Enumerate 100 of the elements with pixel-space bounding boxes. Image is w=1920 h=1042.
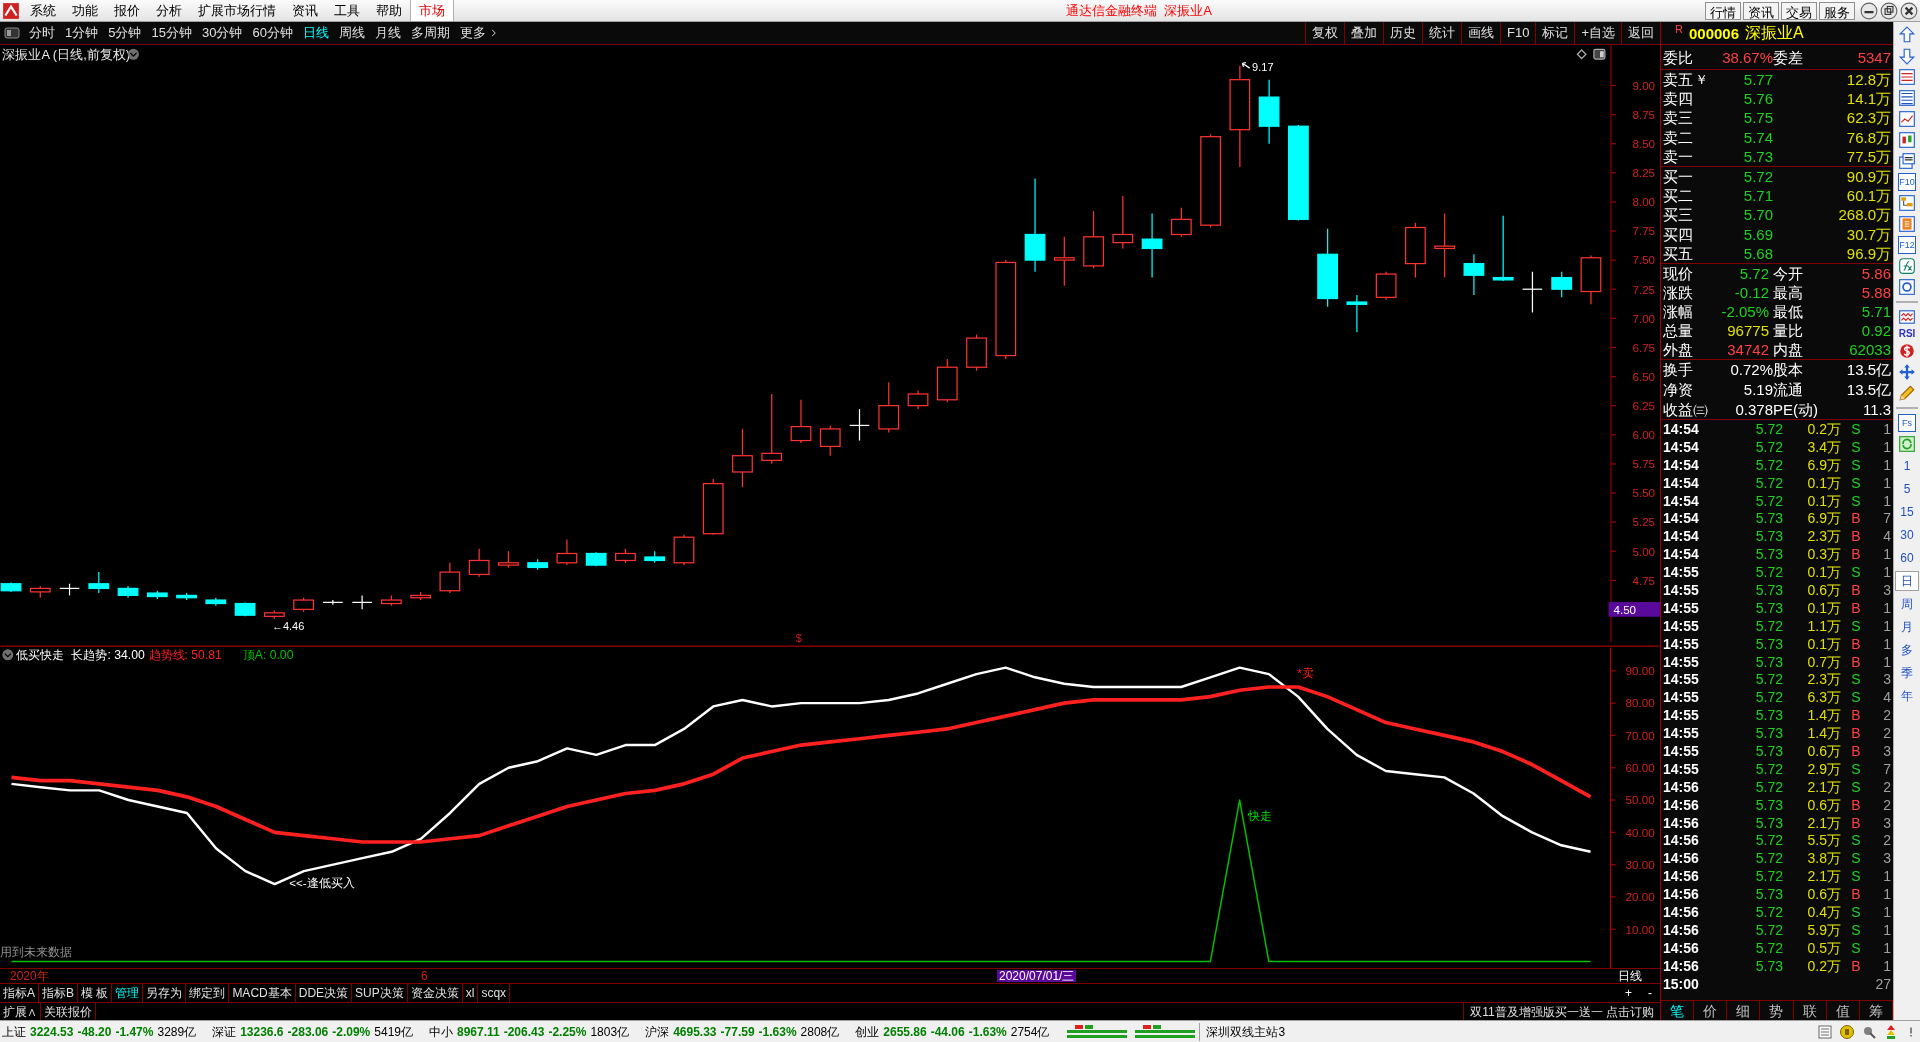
header-button[interactable]: 服务	[1819, 1, 1855, 20]
trade-price: 5.73	[1754, 511, 1783, 526]
pencil-icon[interactable]	[1898, 384, 1916, 402]
axis-label: 8.75	[1632, 107, 1656, 121]
index-name: 中小	[428, 1023, 453, 1041]
line-chart-icon[interactable]	[1898, 110, 1916, 128]
chart-tool-button[interactable]: 统计	[1422, 22, 1461, 44]
period-tab[interactable]: 日线	[297, 23, 334, 43]
collapse-icon[interactable]	[2, 649, 14, 661]
order-label: 卖四	[1663, 91, 1693, 107]
period-tab[interactable]: 30分钟	[196, 23, 248, 43]
indicator-tab[interactable]: 绑定到	[186, 984, 230, 1002]
report-icon[interactable]	[1898, 68, 1916, 86]
indicator-tab[interactable]: 模 板	[78, 984, 113, 1002]
menu-item[interactable]: 分析	[148, 0, 190, 21]
period-tab[interactable]: 月线	[369, 23, 406, 43]
indicator-tab[interactable]: DDE决策	[295, 984, 353, 1002]
index-percent: -1.63%	[968, 1023, 1007, 1041]
period-tab[interactable]: 5分钟	[103, 23, 147, 43]
indicator-tab[interactable]: MACD基本	[229, 984, 296, 1002]
period-tab[interactable]: 1分钟	[60, 23, 104, 43]
zoom-in-button[interactable]: +	[1617, 984, 1640, 1002]
panel-toggle-icon[interactable]	[4, 25, 20, 41]
diamond-icon	[1576, 49, 1587, 60]
market-tab[interactable]: 市场	[410, 0, 454, 21]
chart-tool-button[interactable]: 画线	[1461, 22, 1500, 44]
period-button[interactable]: 15	[1895, 502, 1919, 522]
tool-button[interactable]: F12	[1898, 236, 1916, 254]
menu-item[interactable]: 资讯	[284, 0, 326, 21]
restore-icon[interactable]	[1880, 1, 1898, 20]
period-button[interactable]: 年	[1895, 686, 1919, 706]
tool-button[interactable]: Fs	[1898, 414, 1916, 432]
menu-item[interactable]: 帮助	[368, 0, 410, 21]
table-icon[interactable]	[1898, 89, 1916, 107]
indicator-tab[interactable]: 管理	[112, 984, 144, 1002]
indicator-tab[interactable]: xl	[462, 984, 479, 1002]
period-button[interactable]: 60	[1895, 548, 1919, 568]
indicator-tab[interactable]: 另存为	[143, 984, 187, 1002]
period-tab[interactable]: 15分钟	[146, 23, 197, 43]
dropdown-icon[interactable]	[127, 48, 139, 60]
candlestick	[790, 399, 812, 444]
period-button[interactable]: 多	[1895, 640, 1919, 660]
indicator-tab[interactable]: scqx	[478, 984, 511, 1002]
period-button[interactable]: 周	[1895, 594, 1919, 614]
indicator-name: 低买快走	[16, 648, 65, 663]
indicator-tab[interactable]: 资金决策	[407, 984, 463, 1002]
chart-tool-button[interactable]: 历史	[1383, 22, 1422, 44]
tree-icon[interactable]	[1898, 194, 1916, 212]
field-label: PE(动)	[1773, 401, 1819, 417]
trade-time: 14:55	[1663, 690, 1700, 705]
order-label: 买二	[1663, 188, 1693, 204]
arrow-up-icon[interactable]	[1898, 26, 1916, 44]
period-tab[interactable]: 60分钟	[247, 23, 298, 43]
period-tab[interactable]: 更多	[454, 23, 504, 43]
minimize-icon[interactable]	[1860, 1, 1878, 20]
field-label: 总量	[1663, 323, 1694, 338]
arrow-down-icon[interactable]	[1898, 47, 1916, 65]
close-icon[interactable]	[1900, 1, 1918, 20]
menu-item[interactable]: 工具	[326, 0, 368, 21]
indicator-tab[interactable]: 指标A	[0, 984, 39, 1002]
menu-item[interactable]: 报价	[106, 0, 148, 21]
coin-icon[interactable]	[1839, 1023, 1855, 1040]
refresh-icon[interactable]	[1898, 435, 1916, 453]
chart-tool-button[interactable]: 叠加	[1344, 22, 1383, 44]
note-icon[interactable]	[1898, 215, 1916, 233]
trade-time: 14:54	[1663, 529, 1700, 544]
indicator-tab[interactable]: 指标B	[39, 984, 79, 1002]
period-tab[interactable]: 多周期	[405, 23, 455, 43]
period-button[interactable]: 日	[1895, 571, 1919, 591]
header-button[interactable]: 行情	[1705, 1, 1741, 20]
period-button[interactable]: 5	[1895, 479, 1919, 499]
period-button[interactable]: 月	[1895, 617, 1919, 637]
candlestick	[1492, 215, 1514, 282]
tool-button[interactable]: F10	[1898, 173, 1916, 191]
chart-tool-button[interactable]: F10	[1500, 22, 1536, 44]
candlestick-icon[interactable]	[1898, 131, 1916, 149]
move-icon[interactable]	[1898, 363, 1916, 381]
chart-tool-button[interactable]: 标记	[1535, 22, 1575, 44]
period-button[interactable]: 季	[1895, 663, 1919, 683]
menu-item[interactable]: 扩展市场行情	[190, 0, 284, 21]
indicator-tab[interactable]: SUP决策	[352, 984, 408, 1002]
app-logo-icon[interactable]	[2, 1, 20, 20]
period-button[interactable]: 30	[1895, 525, 1919, 545]
chart-tool-button[interactable]: +自选	[1574, 22, 1621, 44]
money-icon[interactable]	[1898, 342, 1916, 360]
menu-item[interactable]: 功能	[64, 0, 106, 21]
candlestick	[176, 592, 197, 601]
zoom-out-button[interactable]: -	[1640, 984, 1660, 1002]
tool-button[interactable]: RSI	[1898, 329, 1916, 339]
period-tab[interactable]: 周线	[333, 23, 370, 43]
menu-item[interactable]: 系统	[22, 0, 64, 21]
windows-icon[interactable]	[1898, 152, 1916, 170]
period-button[interactable]: 1	[1895, 456, 1919, 476]
chart-tool-button[interactable]: 复权	[1305, 22, 1344, 44]
trade-volume: 0.2万	[1806, 958, 1841, 973]
period-tab[interactable]: 分时	[24, 23, 60, 43]
wave-icon[interactable]	[1898, 308, 1916, 326]
header-button[interactable]: 资讯	[1743, 1, 1779, 20]
formula-icon[interactable]	[1898, 257, 1916, 275]
header-button[interactable]: 交易	[1781, 1, 1817, 20]
